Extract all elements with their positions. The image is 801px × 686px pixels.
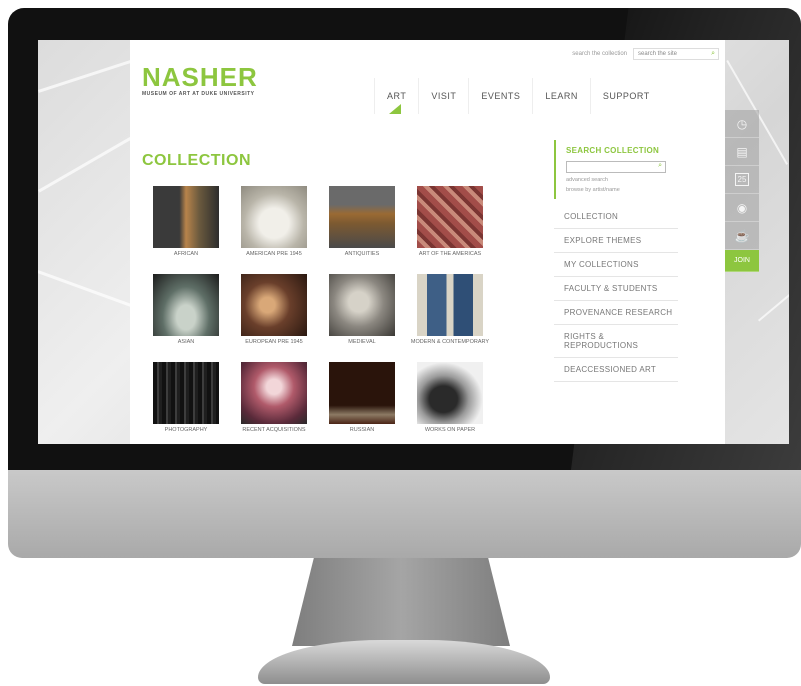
clock-icon[interactable]: ◷ (725, 110, 759, 138)
tile-image (241, 362, 307, 424)
tile-recent-acquisitions[interactable]: RECENT ACQUISITIONS (230, 362, 318, 442)
browse-artist-link[interactable]: browse by artist/name (566, 187, 678, 193)
sidebar-item-faculty-students[interactable]: FACULTY & STUDENTS (554, 277, 678, 301)
tile-image (417, 186, 483, 248)
tile-caption: MEDIEVAL (348, 339, 376, 345)
cup-icon[interactable]: ☕ (725, 222, 759, 250)
location-icon[interactable]: ◉ (725, 194, 759, 222)
tile-image (329, 362, 395, 424)
tile-image (329, 274, 395, 336)
quick-links-rail: ◷ ▤ 25 ◉ ☕ JOIN (725, 110, 759, 272)
tile-european-pre-1945[interactable]: EUROPEAN PRE 1945 (230, 274, 318, 354)
monitor-chin (8, 470, 801, 558)
logo-subtitle: MUSEUM OF ART AT DUKE UNIVERSITY (142, 91, 255, 97)
tile-caption: RECENT ACQUISITIONS (242, 427, 306, 433)
sidebar-item-rights-reproductions[interactable]: RIGHTS & REPRODUCTIONS (554, 325, 678, 358)
tile-african[interactable]: AFRICAN (142, 186, 230, 266)
search-collection-box: SEARCH COLLECTION ⌕ advanced search brow… (554, 140, 678, 199)
collection-sidebar: SEARCH COLLECTION ⌕ advanced search brow… (554, 140, 678, 382)
tile-caption: ART OF THE AMERICAS (418, 251, 482, 257)
calendar-icon[interactable]: 25 (725, 166, 759, 194)
tile-caption: MODERN & CONTEMPORARY (410, 339, 490, 345)
tile-image (153, 186, 219, 248)
collection-grid: AFRICAN AMERICAN PRE 1945 ANTIQUITIES AR… (142, 186, 494, 442)
monitor-stand-foot (258, 640, 550, 684)
web-page: NASHER MUSEUM OF ART AT DUKE UNIVERSITY … (130, 40, 725, 444)
sidebar-item-explore-themes[interactable]: EXPLORE THEMES (554, 229, 678, 253)
tile-caption: AFRICAN (173, 251, 199, 257)
advanced-search-link[interactable]: advanced search (566, 177, 678, 183)
join-button[interactable]: JOIN (725, 250, 759, 272)
main-nav: ART VISIT EVENTS LEARN SUPPORT (374, 78, 662, 114)
monitor: NASHER MUSEUM OF ART AT DUKE UNIVERSITY … (8, 8, 801, 558)
tile-image (153, 362, 219, 424)
monitor-bezel: NASHER MUSEUM OF ART AT DUKE UNIVERSITY … (8, 8, 801, 470)
tile-caption: RUSSIAN (349, 427, 375, 433)
sidebar-item-deaccessioned-art[interactable]: DEACCESSIONED ART (554, 358, 678, 382)
sidebar-menu: COLLECTION EXPLORE THEMES MY COLLECTIONS… (554, 205, 678, 382)
search-collection-heading: SEARCH COLLECTION (566, 146, 660, 155)
search-site-placeholder: search the site (638, 51, 678, 57)
tile-image (417, 362, 483, 424)
tile-art-of-the-americas[interactable]: ART OF THE AMERICAS (406, 186, 494, 266)
nav-events[interactable]: EVENTS (468, 78, 532, 114)
screen: NASHER MUSEUM OF ART AT DUKE UNIVERSITY … (38, 40, 789, 444)
tile-medieval[interactable]: MEDIEVAL (318, 274, 406, 354)
tile-russian[interactable]: RUSSIAN (318, 362, 406, 442)
tile-antiquities[interactable]: ANTIQUITIES (318, 186, 406, 266)
search-icon[interactable]: ⌕ (711, 50, 715, 58)
page-title: COLLECTION (142, 152, 251, 169)
tile-caption: PHOTOGRAPHY (164, 427, 208, 433)
search-collection-link[interactable]: search the collection (572, 51, 627, 57)
nav-visit[interactable]: VISIT (418, 78, 468, 114)
nasher-logo[interactable]: NASHER MUSEUM OF ART AT DUKE UNIVERSITY (142, 64, 258, 97)
tile-works-on-paper[interactable]: WORKS ON PAPER (406, 362, 494, 442)
search-collection-input[interactable]: ⌕ (566, 161, 666, 173)
top-search: search the collection search the site ⌕ (572, 48, 719, 60)
search-icon[interactable]: ⌕ (658, 162, 662, 170)
tile-photography[interactable]: PHOTOGRAPHY (142, 362, 230, 442)
tile-american-pre-1945[interactable]: AMERICAN PRE 1945 (230, 186, 318, 266)
tile-image (153, 274, 219, 336)
tile-image (241, 274, 307, 336)
monitor-stand-neck (292, 558, 510, 646)
tile-caption: AMERICAN PRE 1945 (246, 251, 302, 257)
nav-support[interactable]: SUPPORT (589, 78, 662, 114)
tile-asian[interactable]: ASIAN (142, 274, 230, 354)
nav-learn[interactable]: LEARN (532, 78, 590, 114)
map-icon[interactable]: ▤ (725, 138, 759, 166)
search-site-input[interactable]: search the site ⌕ (633, 48, 719, 60)
sidebar-item-provenance-research[interactable]: PROVENANCE RESEARCH (554, 301, 678, 325)
tile-caption: ASIAN (177, 339, 195, 345)
tile-modern-contemporary[interactable]: MODERN & CONTEMPORARY (406, 274, 494, 354)
logo-text: NASHER (142, 62, 258, 92)
nav-art[interactable]: ART (374, 78, 418, 114)
tile-caption: WORKS ON PAPER (424, 427, 476, 433)
tile-image (241, 186, 307, 248)
tile-caption: EUROPEAN PRE 1945 (245, 339, 303, 345)
tile-image (417, 274, 483, 336)
sidebar-item-my-collections[interactable]: MY COLLECTIONS (554, 253, 678, 277)
calendar-day: 25 (734, 173, 750, 186)
tile-image (329, 186, 395, 248)
tile-caption: ANTIQUITIES (344, 251, 380, 257)
sidebar-item-collection[interactable]: COLLECTION (554, 205, 678, 229)
